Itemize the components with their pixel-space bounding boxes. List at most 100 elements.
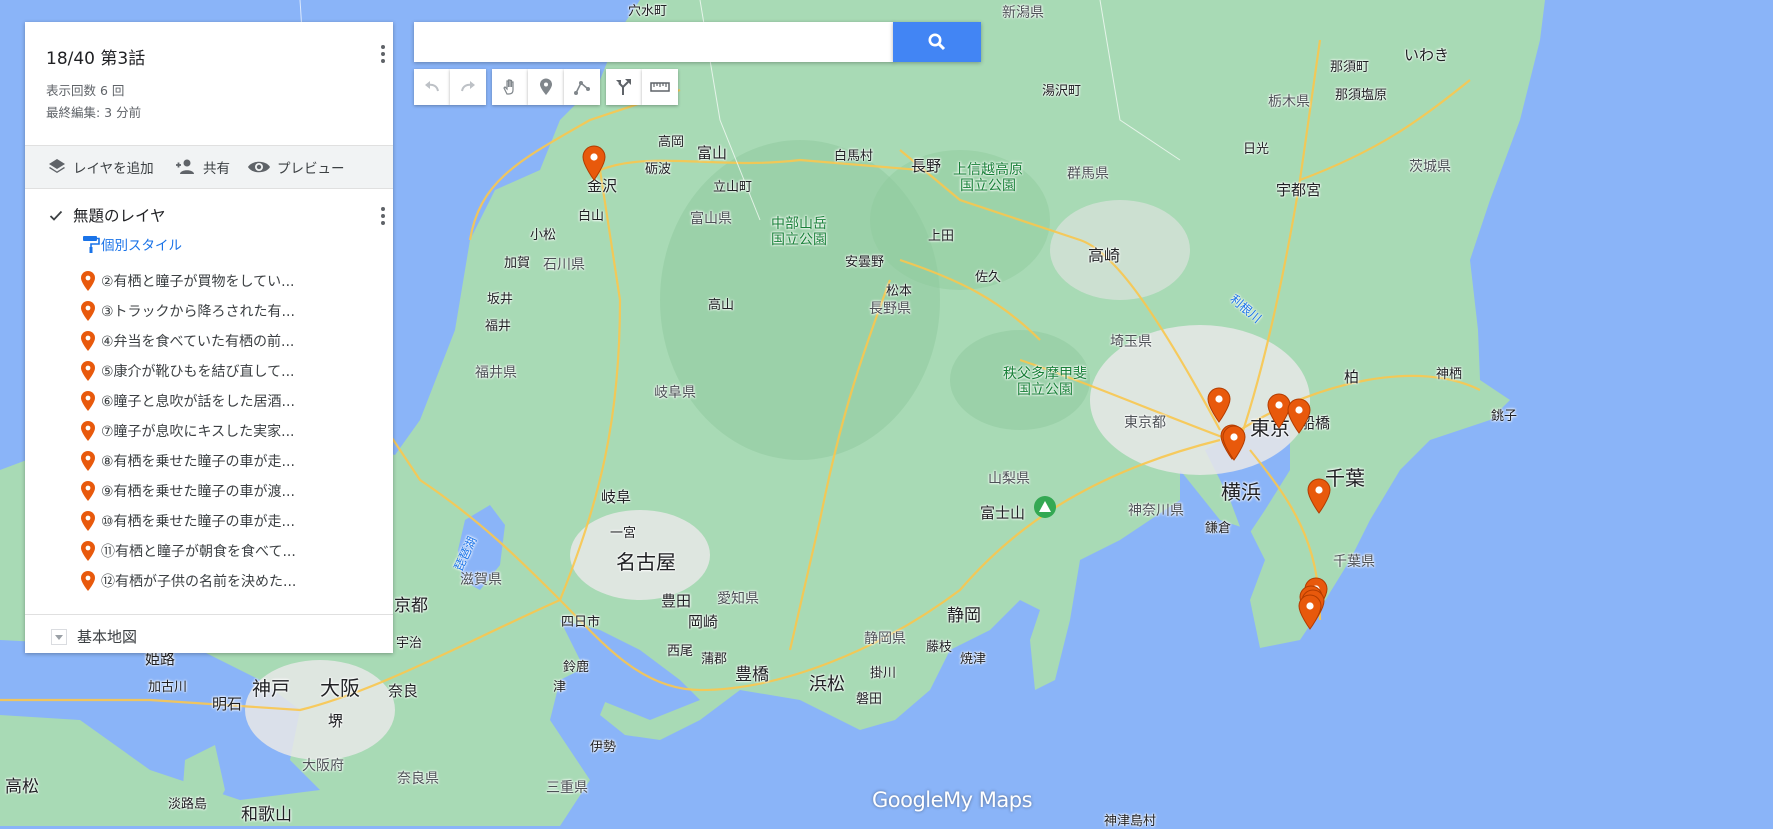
search-input[interactable] bbox=[424, 24, 888, 62]
add-person-icon bbox=[176, 159, 194, 174]
basemap-label: 基本地図 bbox=[77, 628, 138, 646]
map-label-nara-pref: 奈良県 bbox=[397, 771, 439, 787]
layer-item[interactable]: ③トラックから降ろされた有... bbox=[79, 296, 379, 326]
layer-visibility-checkbox[interactable] bbox=[49, 208, 63, 222]
layer-item[interactable]: ⑩有栖を乗せた瞳子の車が走... bbox=[79, 506, 379, 536]
map-label-fukui-pref: 福井県 bbox=[475, 365, 517, 381]
map-label-azumino: 安曇野 bbox=[845, 255, 885, 270]
ruler-icon bbox=[650, 82, 670, 92]
share-label: 共有 bbox=[203, 161, 230, 177]
map-label-kakegawa: 掛川 bbox=[870, 666, 897, 681]
marker-icon bbox=[81, 511, 95, 531]
marker-icon bbox=[81, 571, 95, 591]
layer-options-more-icon[interactable] bbox=[371, 204, 395, 228]
map-label-kamakura: 鎌倉 bbox=[1205, 521, 1232, 536]
map-label-aichi: 愛知県 bbox=[717, 591, 759, 607]
directions-button[interactable] bbox=[606, 69, 642, 105]
map-label-mie: 三重県 bbox=[546, 780, 588, 796]
layer-item-label: ⑥瞳子と息吹が話をした居酒... bbox=[101, 394, 295, 410]
layer-item[interactable]: ⑧有栖を乗せた瞳子の車が走... bbox=[79, 446, 379, 476]
map-label-akashi: 明石 bbox=[212, 695, 243, 713]
map-marker-pin[interactable] bbox=[1221, 425, 1247, 461]
map-title[interactable]: 18/40 第3話 bbox=[46, 44, 145, 69]
check-icon bbox=[49, 210, 63, 221]
layer-header: 無題のレイヤ bbox=[49, 202, 379, 228]
map-label-chichibu-park: 秩父多摩甲斐 国立公園 bbox=[1003, 366, 1087, 398]
map-label-shiga: 滋賀県 bbox=[460, 572, 502, 588]
layer-item[interactable]: ⑦瞳子が息吹にキスした実家... bbox=[79, 416, 379, 446]
map-label-shizuoka-pref: 静岡県 bbox=[864, 631, 906, 647]
select-items-button[interactable] bbox=[492, 69, 528, 105]
map-label-kamisu: 神栖 bbox=[1436, 367, 1463, 382]
preview-button[interactable]: プレビュー bbox=[247, 156, 345, 178]
draw-line-button[interactable] bbox=[564, 69, 600, 105]
map-marker-pin[interactable] bbox=[1297, 594, 1323, 630]
paint-roller-icon bbox=[83, 236, 100, 253]
map-label-fukui: 福井 bbox=[485, 319, 512, 334]
map-label-fuji: 富士山 bbox=[980, 504, 1026, 522]
measure-button[interactable] bbox=[642, 69, 678, 105]
layer-item[interactable]: ⑤康介が靴ひもを結び直して... bbox=[79, 356, 379, 386]
undo-button[interactable] bbox=[414, 69, 450, 105]
marker-icon bbox=[81, 391, 95, 411]
map-label-nagoya: 名古屋 bbox=[616, 550, 676, 574]
layer-item[interactable]: ⑨有栖を乗せた瞳子の車が渡... bbox=[79, 476, 379, 506]
map-label-ishikawa: 石川県 bbox=[543, 257, 585, 273]
map-options-more-icon[interactable] bbox=[371, 42, 395, 66]
layer-item[interactable]: ④弁当を食べていた有栖の前... bbox=[79, 326, 379, 356]
search-icon bbox=[928, 33, 946, 51]
basemap-section[interactable]: 基本地図 bbox=[25, 614, 393, 655]
map-label-gifu: 岐阜 bbox=[601, 488, 632, 506]
layer-item[interactable]: ⑪有栖と瞳子が朝食を食べて... bbox=[79, 536, 379, 566]
map-label-yokkaichi: 四日市 bbox=[561, 615, 601, 630]
map-label-anamizu: 穴水町 bbox=[628, 4, 668, 19]
map-label-takasaki: 高崎 bbox=[1088, 246, 1121, 265]
add-marker-button[interactable] bbox=[528, 69, 564, 105]
map-marker-pin[interactable] bbox=[1306, 478, 1332, 514]
marker-icon bbox=[81, 451, 95, 471]
redo-button[interactable] bbox=[450, 69, 486, 105]
marker-icon bbox=[81, 361, 95, 381]
map-label-yokohama: 横浜 bbox=[1221, 480, 1261, 504]
eye-icon bbox=[248, 161, 270, 173]
add-layer-label: レイヤを追加 bbox=[73, 161, 154, 177]
layer-item-label: ②有栖と瞳子が買物をしてい... bbox=[101, 274, 295, 290]
map-label-yamanashi: 山梨県 bbox=[988, 471, 1030, 487]
map-marker-pin[interactable] bbox=[581, 145, 607, 181]
map-label-nagano-pref: 長野県 bbox=[869, 301, 911, 317]
layer-item[interactable]: ⑫有栖が子供の名前を決めた... bbox=[79, 566, 379, 596]
map-label-uji: 宇治 bbox=[396, 636, 423, 651]
add-layer-button[interactable]: レイヤを追加 bbox=[47, 156, 154, 178]
map-label-utsunomiya: 宇都宮 bbox=[1276, 181, 1322, 199]
map-label-suzuka: 鈴鹿 bbox=[563, 660, 590, 675]
map-marker-pin[interactable] bbox=[1206, 387, 1232, 423]
undo-icon bbox=[425, 81, 439, 92]
expand-basemap-icon[interactable] bbox=[51, 629, 67, 645]
layer-item-label: ④弁当を食べていた有栖の前... bbox=[101, 334, 295, 350]
map-marker-pin[interactable] bbox=[1286, 398, 1312, 434]
search-button[interactable] bbox=[893, 22, 981, 62]
map-label-awaji: 淡路島 bbox=[168, 797, 208, 812]
map-label-takaoka: 高岡 bbox=[658, 135, 685, 150]
map-label-komatsu: 小松 bbox=[530, 228, 557, 243]
share-button[interactable]: 共有 bbox=[175, 156, 230, 178]
layer-title[interactable]: 無題のレイヤ bbox=[73, 204, 166, 226]
map-label-osaka: 大阪 bbox=[320, 676, 360, 700]
layer-item[interactable]: ②有栖と瞳子が買物をしてい... bbox=[79, 266, 379, 296]
map-label-yaizu: 焼津 bbox=[960, 652, 987, 667]
map-label-toyohashi: 豊橋 bbox=[735, 665, 769, 685]
map-label-tochigi: 栃木県 bbox=[1268, 94, 1310, 110]
layer-item-label: ⑦瞳子が息吹にキスした実家... bbox=[101, 424, 295, 440]
layer-item[interactable]: ⑥瞳子と息吹が話をした居酒... bbox=[79, 386, 379, 416]
layer-item-label: ⑫有栖が子供の名前を決めた... bbox=[101, 574, 297, 590]
layers-icon bbox=[49, 159, 65, 173]
map-label-iwata: 磐田 bbox=[856, 692, 883, 707]
map-actions-bar: レイヤを追加 共有 プレビュー bbox=[25, 145, 393, 189]
map-label-sakai: 坂井 bbox=[487, 292, 514, 307]
hand-icon bbox=[503, 79, 514, 95]
marker-icon bbox=[81, 541, 95, 561]
map-label-gunma: 群馬県 bbox=[1067, 166, 1109, 182]
map-label-toyama: 富山 bbox=[697, 144, 728, 162]
individual-style-link[interactable]: 個別スタイル bbox=[81, 234, 182, 254]
map-label-iwaki: いわき bbox=[1404, 46, 1450, 64]
